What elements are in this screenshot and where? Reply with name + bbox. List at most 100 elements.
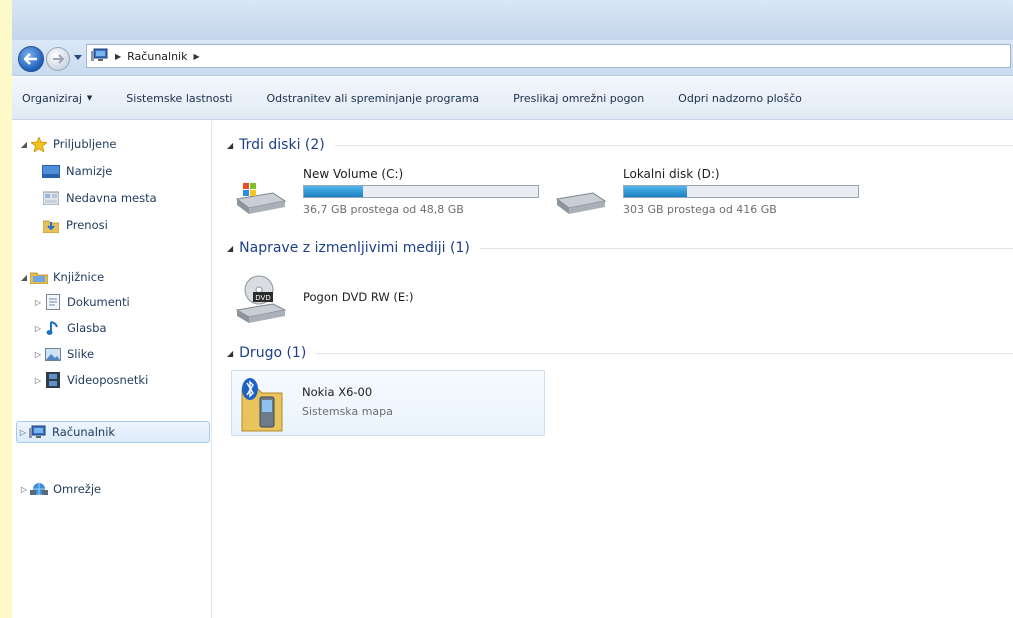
sidebar-item-label: Knjižnice	[53, 270, 105, 284]
back-button[interactable]	[18, 46, 44, 72]
uninstall-program-label: Odstranitev ali spreminjanje programa	[266, 91, 480, 105]
hard-drive-icon	[553, 179, 609, 219]
pictures-icon	[44, 346, 62, 362]
sidebar-item-label: Dokumenti	[67, 295, 130, 309]
sidebar-item-libraries[interactable]: ◢ Knjižnice	[18, 266, 208, 288]
drive-name: New Volume (C:)	[303, 167, 404, 181]
sidebar-item-label: Omrežje	[53, 482, 102, 496]
sidebar-item-videos[interactable]: ▷ Videoposnetki	[32, 369, 208, 391]
recent-places-icon	[42, 190, 60, 206]
group-divider	[316, 352, 1013, 354]
organize-button[interactable]: Organiziraj ▼	[22, 92, 92, 105]
organize-label: Organiziraj	[22, 91, 82, 105]
device-type: Sistemska mapa	[302, 405, 393, 418]
dvd-drive-icon: DVD	[233, 270, 293, 329]
system-drive-icon	[233, 179, 289, 219]
sidebar-item-label: Slike	[67, 347, 95, 361]
video-film-icon	[44, 372, 62, 388]
network-icon	[30, 481, 48, 497]
documents-icon	[44, 294, 62, 310]
address-bar: ▶ Računalnik ▶	[12, 40, 1013, 76]
collapsed-triangle-icon[interactable]: ▷	[17, 428, 29, 437]
drive-free-space: 303 GB prostega od 416 GB	[623, 203, 777, 216]
drive-usage-fill	[304, 186, 363, 197]
drive-free-space: 36,7 GB prostega od 48,8 GB	[303, 203, 464, 216]
group-divider	[479, 247, 1013, 249]
sidebar-item-downloads[interactable]: Prenosi	[42, 214, 208, 236]
sidebar-item-pictures[interactable]: ▷ Slike	[32, 343, 208, 365]
group-header-removable-media[interactable]: ◢ Naprave z izmenljivimi mediji (1)	[227, 238, 1013, 258]
group-divider	[334, 144, 1013, 146]
sidebar-item-favorites[interactable]: ◢ Priljubljene	[18, 133, 208, 155]
downloads-folder-icon	[42, 217, 60, 233]
sidebar-item-label: Nedavna mesta	[66, 191, 157, 205]
navigation-pane: ◢ Priljubljene Namizje Nedavna mesta Pre…	[12, 121, 212, 618]
address-field[interactable]: ▶ Računalnik ▶	[86, 44, 1011, 68]
group-collapse-icon[interactable]: ◢	[227, 244, 233, 253]
collapsed-triangle-icon[interactable]: ▷	[32, 376, 44, 385]
sidebar-item-recent-places[interactable]: Nedavna mesta	[42, 187, 208, 209]
breadcrumb-separator[interactable]: ▶	[115, 52, 121, 61]
chevron-down-icon: ▼	[86, 94, 93, 102]
sidebar-item-label: Namizje	[66, 164, 113, 178]
group-header-hard-disks[interactable]: ◢ Trdi diski (2)	[227, 135, 1013, 155]
sidebar-item-label: Glasba	[67, 321, 107, 335]
sidebar-item-computer[interactable]: ▷ Računalnik	[16, 421, 210, 443]
sidebar-item-label: Prenosi	[66, 218, 108, 232]
map-network-drive-button[interactable]: Preslikaj omrežni pogon	[513, 92, 644, 105]
dvd-drive-item[interactable]: DVD Pogon DVD RW (E:)	[233, 266, 533, 328]
computer-icon	[91, 48, 109, 65]
group-title: Naprave z izmenljivimi mediji (1)	[239, 240, 470, 256]
open-control-panel-button[interactable]: Odpri nadzorno ploščo	[678, 92, 802, 105]
open-control-panel-label: Odpri nadzorno ploščo	[678, 91, 802, 105]
drive-item[interactable]: Lokalni disk (D:) 303 GB prostega od 416…	[553, 167, 873, 227]
expanded-triangle-icon[interactable]: ◢	[18, 273, 30, 282]
dvd-drive-name: Pogon DVD RW (E:)	[303, 290, 414, 304]
system-properties-label: Sistemske lastnosti	[126, 91, 233, 105]
drive-usage-bar	[623, 185, 859, 198]
sidebar-item-network[interactable]: ▷ Omrežje	[18, 478, 208, 500]
arrow-right-icon	[53, 54, 64, 64]
collapsed-triangle-icon[interactable]: ▷	[32, 324, 44, 333]
explorer-window: ▶ Računalnik ▶ Organiziraj ▼ Sistemske l…	[12, 0, 1013, 618]
expanded-triangle-icon[interactable]: ◢	[18, 140, 30, 149]
breadcrumb-computer[interactable]: Računalnik	[127, 50, 187, 63]
collapsed-triangle-icon[interactable]: ▷	[32, 298, 44, 307]
recent-pages-dropdown[interactable]	[73, 52, 83, 62]
sidebar-item-label: Videoposnetki	[67, 373, 149, 387]
arrow-left-icon	[24, 53, 37, 65]
collapsed-triangle-icon[interactable]: ▷	[18, 485, 30, 494]
map-network-drive-label: Preslikaj omrežni pogon	[513, 91, 645, 105]
collapsed-triangle-icon[interactable]: ▷	[32, 350, 44, 359]
forward-button[interactable]	[46, 47, 70, 71]
sidebar-item-label: Računalnik	[52, 425, 116, 439]
title-bar	[12, 0, 1013, 40]
group-collapse-icon[interactable]: ◢	[227, 141, 233, 150]
computer-icon	[29, 424, 47, 440]
system-properties-button[interactable]: Sistemske lastnosti	[126, 92, 232, 105]
sidebar-item-label: Priljubljene	[53, 137, 117, 151]
command-bar: Organiziraj ▼ Sistemske lastnosti Odstra…	[12, 77, 1013, 120]
libraries-icon	[30, 269, 48, 285]
content-pane: ◢ Trdi diski (2) New Volume (C:) 36,7 GB…	[213, 121, 1013, 618]
drive-item[interactable]: New Volume (C:) 36,7 GB prostega od 48,8…	[233, 167, 553, 227]
music-note-icon	[44, 320, 62, 336]
sidebar-item-desktop[interactable]: Namizje	[42, 160, 208, 182]
dvd-badge: DVD	[255, 294, 270, 302]
bluetooth-phone-folder-icon	[236, 375, 286, 436]
breadcrumb-separator[interactable]: ▶	[193, 52, 199, 61]
drive-usage-fill	[624, 186, 688, 197]
uninstall-program-button[interactable]: Odstranitev ali spreminjanje programa	[266, 92, 479, 105]
desktop-icon	[42, 163, 60, 179]
group-title: Drugo (1)	[239, 345, 307, 361]
drive-usage-bar	[303, 185, 539, 198]
device-item-nokia[interactable]: Nokia X6-00 Sistemska mapa	[231, 370, 545, 436]
group-header-other[interactable]: ◢ Drugo (1)	[227, 343, 1013, 363]
group-collapse-icon[interactable]: ◢	[227, 349, 233, 358]
chevron-down-icon	[74, 54, 82, 60]
sidebar-item-music[interactable]: ▷ Glasba	[32, 317, 208, 339]
drive-name: Lokalni disk (D:)	[623, 167, 720, 181]
star-icon	[30, 136, 48, 152]
group-title: Trdi diski (2)	[239, 137, 325, 153]
sidebar-item-documents[interactable]: ▷ Dokumenti	[32, 291, 208, 313]
